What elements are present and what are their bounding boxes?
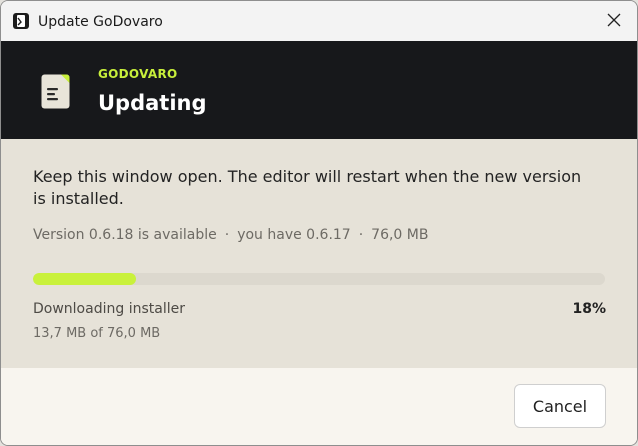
instruction-message: Keep this window open. The editor will r… — [33, 167, 582, 208]
window-title: Update GoDovaro — [38, 14, 163, 30]
cancel-button[interactable]: Cancel — [514, 384, 606, 428]
version-info: Version 0.6.18 is available · you have 0.6… — [33, 227, 428, 243]
separator: · — [224, 227, 230, 243]
update-dialog-window: Update GoDovaro GODOVARO Updating Keep t… — [0, 0, 638, 446]
brand-eyebrow: GODOVARO — [98, 67, 178, 81]
close-icon — [607, 12, 621, 31]
dialog-footer: Cancel — [1, 368, 637, 445]
document-icon — [41, 74, 71, 110]
progress-bar — [33, 273, 605, 285]
separator: · — [358, 227, 364, 243]
download-size: 76,0 MB — [371, 227, 429, 243]
page-title: Updating — [98, 91, 207, 115]
progress-percent: 18% — [572, 301, 606, 317]
title-bar[interactable]: Update GoDovaro — [1, 1, 637, 41]
content-panel: Keep this window open. The editor will r… — [1, 139, 637, 368]
version-current: you have 0.6.17 — [237, 227, 351, 243]
version-available: Version 0.6.18 is available — [33, 227, 217, 243]
progress-status: Downloading installer — [33, 301, 185, 317]
close-button[interactable] — [591, 1, 637, 41]
progress-bytes: 13,7 MB of 76,0 MB — [33, 326, 161, 341]
hero-header: GODOVARO Updating — [1, 41, 637, 139]
app-icon — [12, 12, 30, 30]
progress-fill — [33, 273, 136, 285]
